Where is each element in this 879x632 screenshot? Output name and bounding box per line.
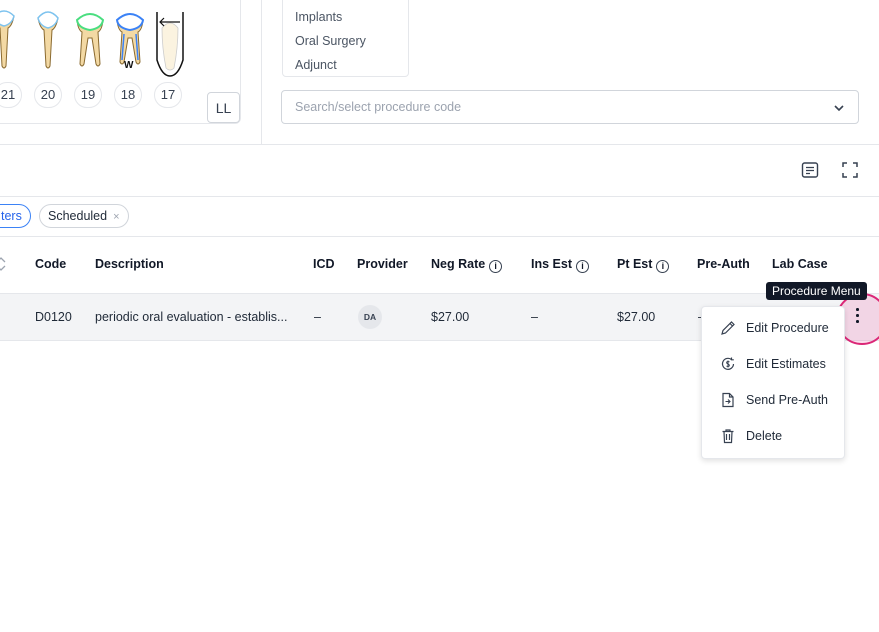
fullscreen-icon[interactable] (840, 160, 860, 180)
column-header-icd[interactable]: ICD (313, 257, 335, 271)
info-icon[interactable]: i (656, 260, 670, 273)
quadrant-ll-button[interactable]: LL (207, 92, 240, 123)
cell-neg-rate: $27.00 (431, 310, 470, 324)
toolbar-divider (0, 196, 879, 197)
info-icon[interactable]: i (489, 260, 503, 273)
filters-chip-label: ters (1, 209, 22, 223)
column-header-provider[interactable]: Provider (357, 257, 408, 271)
column-header-pre-auth[interactable]: Pre-Auth (697, 257, 750, 271)
menu-item-edit-procedure[interactable]: Edit Procedure (702, 313, 844, 343)
tooth-20-icon[interactable] (34, 8, 62, 72)
cell-code: D0120 (35, 310, 72, 324)
tooth-19-icon[interactable] (74, 8, 106, 72)
category-item-oral-surgery[interactable]: Oral Surgery (295, 34, 366, 48)
category-item-implants[interactable]: Implants (295, 10, 342, 24)
chevron-down-icon[interactable] (832, 101, 846, 115)
cell-ins-est: – (531, 310, 538, 324)
tooth-17-icon[interactable] (154, 8, 186, 80)
procedure-code-search-input[interactable]: Search/select procedure code (281, 90, 859, 124)
category-item-adjunct[interactable]: Adjunct (295, 58, 337, 72)
tooth-21-icon[interactable] (0, 8, 18, 72)
procedure-search-placeholder: Search/select procedure code (295, 100, 462, 114)
sort-icon[interactable] (0, 255, 8, 273)
cell-icd: – (314, 310, 321, 324)
menu-item-edit-estimates[interactable]: Edit Estimates (702, 349, 844, 379)
tooth-number-18[interactable]: 18 (114, 82, 142, 108)
trash-icon (722, 429, 734, 444)
menu-item-send-pre-auth[interactable]: Send Pre-Auth (702, 385, 844, 415)
neg-rate-label: Neg Rate (431, 257, 486, 271)
section-divider (0, 144, 879, 145)
dollar-refresh-icon (721, 357, 735, 370)
panel-divider (261, 0, 262, 145)
file-send-icon (722, 392, 734, 408)
pt-est-label: Pt Est (617, 257, 653, 271)
column-header-neg-rate[interactable]: Neg Rate i (431, 257, 503, 273)
close-icon[interactable]: × (113, 211, 119, 223)
cell-pt-est: $27.00 (617, 310, 656, 324)
procedure-menu-button[interactable] (851, 305, 863, 325)
column-header-ins-est[interactable]: Ins Est i (531, 257, 589, 273)
procedure-menu-tooltip: Procedure Menu (766, 282, 867, 300)
scheduled-chip-label: Scheduled (48, 209, 108, 223)
tooth-marker: W (124, 60, 134, 71)
tooth-number-17[interactable]: 17 (154, 82, 182, 108)
notes-icon[interactable] (800, 160, 820, 180)
menu-item-label: Edit Procedure (746, 321, 829, 335)
info-icon[interactable]: i (576, 260, 589, 273)
tooth-chart (0, 8, 200, 77)
filter-divider (0, 236, 879, 237)
column-header-lab-case[interactable]: Lab Case (772, 257, 828, 271)
column-header-pt-est[interactable]: Pt Est i (617, 257, 670, 273)
column-header-description[interactable]: Description (95, 257, 164, 271)
menu-item-label: Edit Estimates (746, 357, 826, 371)
column-header-code[interactable]: Code (35, 257, 66, 271)
tooth-number-19[interactable]: 19 (74, 82, 102, 108)
menu-item-delete[interactable]: Delete (702, 421, 844, 451)
filters-chip[interactable]: ters (0, 204, 31, 228)
cell-description: periodic oral evaluation - establis... (95, 310, 288, 324)
procedure-menu: Edit Procedure Edit Estimates Send Pre-A… (701, 306, 845, 459)
ins-est-label: Ins Est (531, 257, 572, 271)
pencil-icon (721, 321, 735, 335)
procedure-category-list: Implants Oral Surgery Adjunct (282, 0, 409, 77)
tooth-number-20[interactable]: 20 (34, 82, 62, 108)
scheduled-filter-chip[interactable]: Scheduled × (39, 204, 129, 228)
provider-avatar: DA (358, 305, 382, 329)
menu-item-label: Send Pre-Auth (746, 393, 828, 407)
menu-item-label: Delete (746, 429, 783, 443)
